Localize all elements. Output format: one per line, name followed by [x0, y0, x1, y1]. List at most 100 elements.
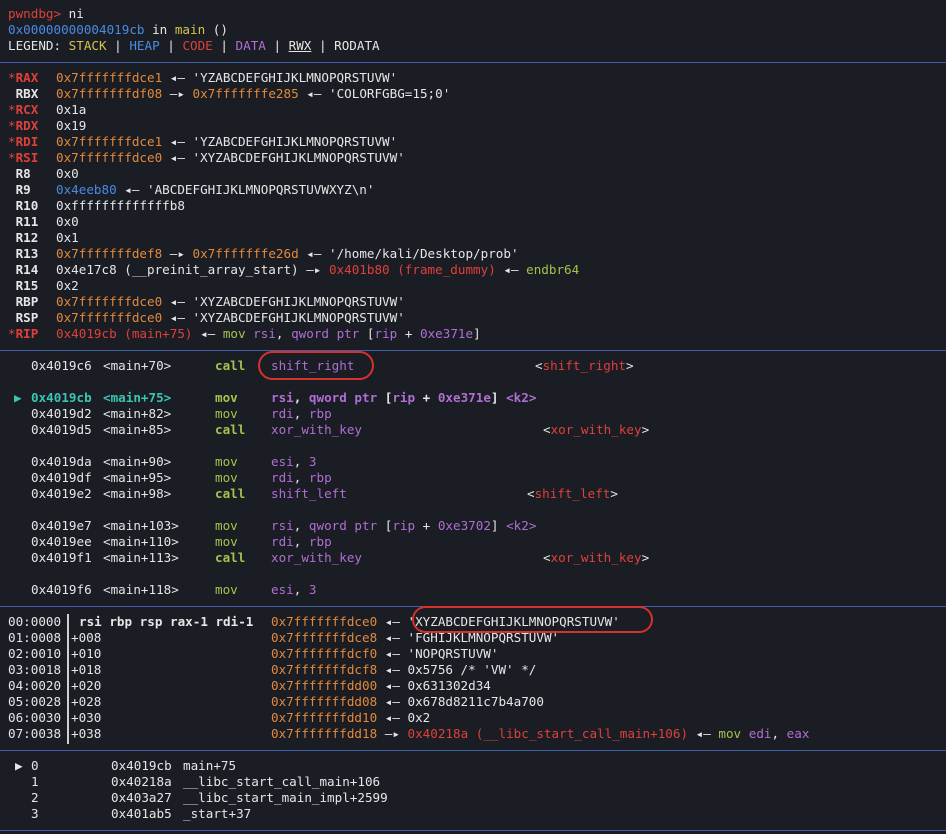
register-label: RCX [15, 102, 39, 117]
operand-part: shift_left [271, 486, 347, 501]
legend-code: CODE [182, 38, 213, 53]
register-label: R10 [15, 198, 39, 213]
target-bracket: > [641, 422, 650, 437]
terminal[interactable]: pwndbg> ni 0x00000000004019cb in main ()… [0, 0, 946, 834]
register-label: RDI [15, 134, 39, 149]
register-value: 0x4eeb80 ◂— 'ABCDEFGHIJKLMNOPQRSTUVWXYZ\… [56, 182, 374, 198]
register-name: RBP [8, 294, 39, 310]
register-value-part: 0x7fffffffdce1 [56, 134, 163, 149]
disasm-row: ▶ 0x4019cb <main+75> mov rsi, qword ptr [ri… [0, 390, 946, 406]
register-value: 0x7fffffffdce0 ◂— 'XYZABCDEFGHIJKLMNOPQR… [56, 310, 405, 326]
disasm-mnemonic: mov [215, 390, 238, 405]
operand-part: 0xe371e [437, 390, 491, 405]
register-value: 0xfffffffffffffb8 [56, 198, 185, 214]
disasm-row: 0x4019d2 <main+82> mov rdi, rbp [0, 406, 946, 422]
operand-part: 0xe3702 [437, 518, 491, 533]
disasm-mnemonic: mov [215, 582, 238, 597]
register-row: R13 0x7fffffffdef8 —▸ 0x7fffffffe26d ◂— '… [0, 246, 946, 262]
stack-value: 0x7fffffffdd10 ◂— 0x2 [271, 710, 430, 726]
operand-part: , [293, 582, 309, 597]
register-value-part: qword ptr [291, 326, 360, 341]
stack-value-part: 0x7fffffffdd08 [271, 694, 378, 709]
stack-value-part: ◂— 0x2 [377, 710, 431, 725]
register-value: 0x2 [56, 278, 79, 294]
disasm-row: 0x4019d5 <main+85> call xor_with_key <xor_wi… [0, 422, 946, 438]
disasm-row: 0x4019e2 <main+98> call shift_left <shift_le… [0, 486, 946, 502]
disasm-mnemonic: call [215, 486, 246, 501]
location-args: () [205, 22, 228, 37]
register-value-part: 0x19 [56, 118, 87, 133]
stack-row: 03:0018 +018 0x7fffffffdcf8 ◂— 0x5756 /* '… [0, 662, 946, 678]
stack-index: 04:0020 [8, 678, 62, 693]
register-value-part: 0x7fffffffe285 [192, 86, 299, 101]
register-name: R11 [8, 214, 39, 230]
stack-value-part: eax [786, 726, 810, 741]
disasm-address: 0x4019f1 [31, 550, 92, 565]
register-name: R13 [8, 246, 39, 262]
operand-part: esi [271, 582, 294, 597]
register-changed-mark [8, 246, 16, 261]
disasm-row: 0x4019e7 <main+103> mov rsi, qword ptr [rip… [0, 518, 946, 534]
stack-value-part: mov [718, 726, 742, 741]
disasm-mnemonic: call [215, 422, 246, 437]
stack-index: 05:0028 [8, 694, 62, 709]
operand-part: 3 [308, 454, 317, 469]
register-row: R9 0x4eeb80 ◂— 'ABCDEFGHIJKLMNOPQRSTUVWXY… [0, 182, 946, 198]
operand-part: rsi [271, 390, 294, 405]
backtrace-arrow: ▶ [15, 758, 23, 773]
stack-value-part: ◂— 0x5756 /* 'VW' */ [377, 662, 537, 677]
disasm-address: 0x4019df [31, 470, 92, 485]
stack-index: 02:0010 [8, 646, 62, 661]
register-name: *RDX [8, 118, 38, 134]
location-func: main [174, 22, 206, 37]
register-value: 0x7fffffffdce1 ◂— 'YZABCDEFGHIJKLMNOPQRS… [56, 70, 397, 86]
disasm-address: 0x4019c6 [31, 358, 92, 373]
disasm-mnemonic: mov [215, 534, 238, 549]
legend-stack: STACK [68, 38, 107, 53]
legend-line: LEGEND: STACK | HEAP | CODE | DATA | RWX… [8, 38, 380, 54]
register-value: 0x7fffffffdce0 ◂— 'XYZABCDEFGHIJKLMNOPQR… [56, 150, 405, 166]
register-label: RAX [15, 70, 39, 85]
backtrace-symbol: main+75 [183, 758, 237, 773]
backtrace-row: 2 0x403a27 __libc_start_main_impl+2599 [0, 790, 946, 806]
backtrace-symbol: __libc_start_call_main+106 [183, 774, 381, 789]
register-value-part: ◂— 'XYZABCDEFGHIJKLMNOPQRSTUVW' [162, 294, 405, 309]
disasm-operands: xor_with_key [271, 422, 362, 438]
stack-value-part [741, 726, 749, 741]
target-name: xor_with_key [550, 550, 642, 565]
register-label: R9 [15, 182, 31, 197]
stack-index: 07:0038 [8, 726, 62, 741]
stack-value-part: 0x7fffffffdce8 [271, 630, 378, 645]
operand-part: , [293, 518, 309, 533]
backtrace-row: 3 0x401ab5 _start+37 [0, 806, 946, 822]
register-value-part: endbr64 [526, 262, 580, 277]
stack-row: 05:0028 +028 0x7fffffffdd08 ◂— 0x678d8211c… [0, 694, 946, 710]
register-value: 0x7fffffffdf08 —▸ 0x7fffffffe285 ◂— 'COL… [56, 86, 450, 102]
stack-index: 03:0018 [8, 662, 62, 677]
disasm-row: 0x4019f6 <main+118> mov esi, 3 [0, 582, 946, 598]
register-value: 0x7fffffffdef8 —▸ 0x7fffffffe26d ◂— '/ho… [56, 246, 519, 262]
register-value: 0x0 [56, 214, 79, 230]
register-row: *RAX 0x7fffffffdce1 ◂— 'YZABCDEFGHIJKLMNO… [0, 70, 946, 86]
register-name: R9 [8, 182, 31, 198]
operand-part: ] [490, 518, 507, 533]
stack-offset: +030 [71, 710, 102, 725]
disasm-symbol: <main+90> [103, 454, 172, 469]
register-value-part: 0x0 [56, 214, 79, 229]
backtrace-frame-number: 1 [31, 774, 39, 789]
disasm-address: 0x4019da [31, 454, 92, 469]
legend-data: DATA [235, 38, 266, 53]
disasm-mnemonic: call [215, 358, 246, 373]
disasm-mnemonic: mov [215, 454, 238, 469]
separator [0, 62, 946, 63]
stack-index: 00:0000 [8, 614, 62, 629]
stack-value-part: 0x7fffffffdd18 [271, 726, 378, 741]
location-line: 0x00000000004019cb in main () [8, 22, 228, 38]
stack-value-part: ◂— 0x631302d34 [377, 678, 491, 693]
current-instruction-arrow [14, 582, 29, 598]
disasm-operands: esi, 3 [271, 454, 317, 470]
disasm-address: 0x4019e2 [31, 486, 92, 501]
legend-sep: | [265, 38, 289, 53]
disasm-address: 0x4019ee [31, 534, 92, 549]
disasm-symbol: <main+98> [103, 486, 172, 501]
